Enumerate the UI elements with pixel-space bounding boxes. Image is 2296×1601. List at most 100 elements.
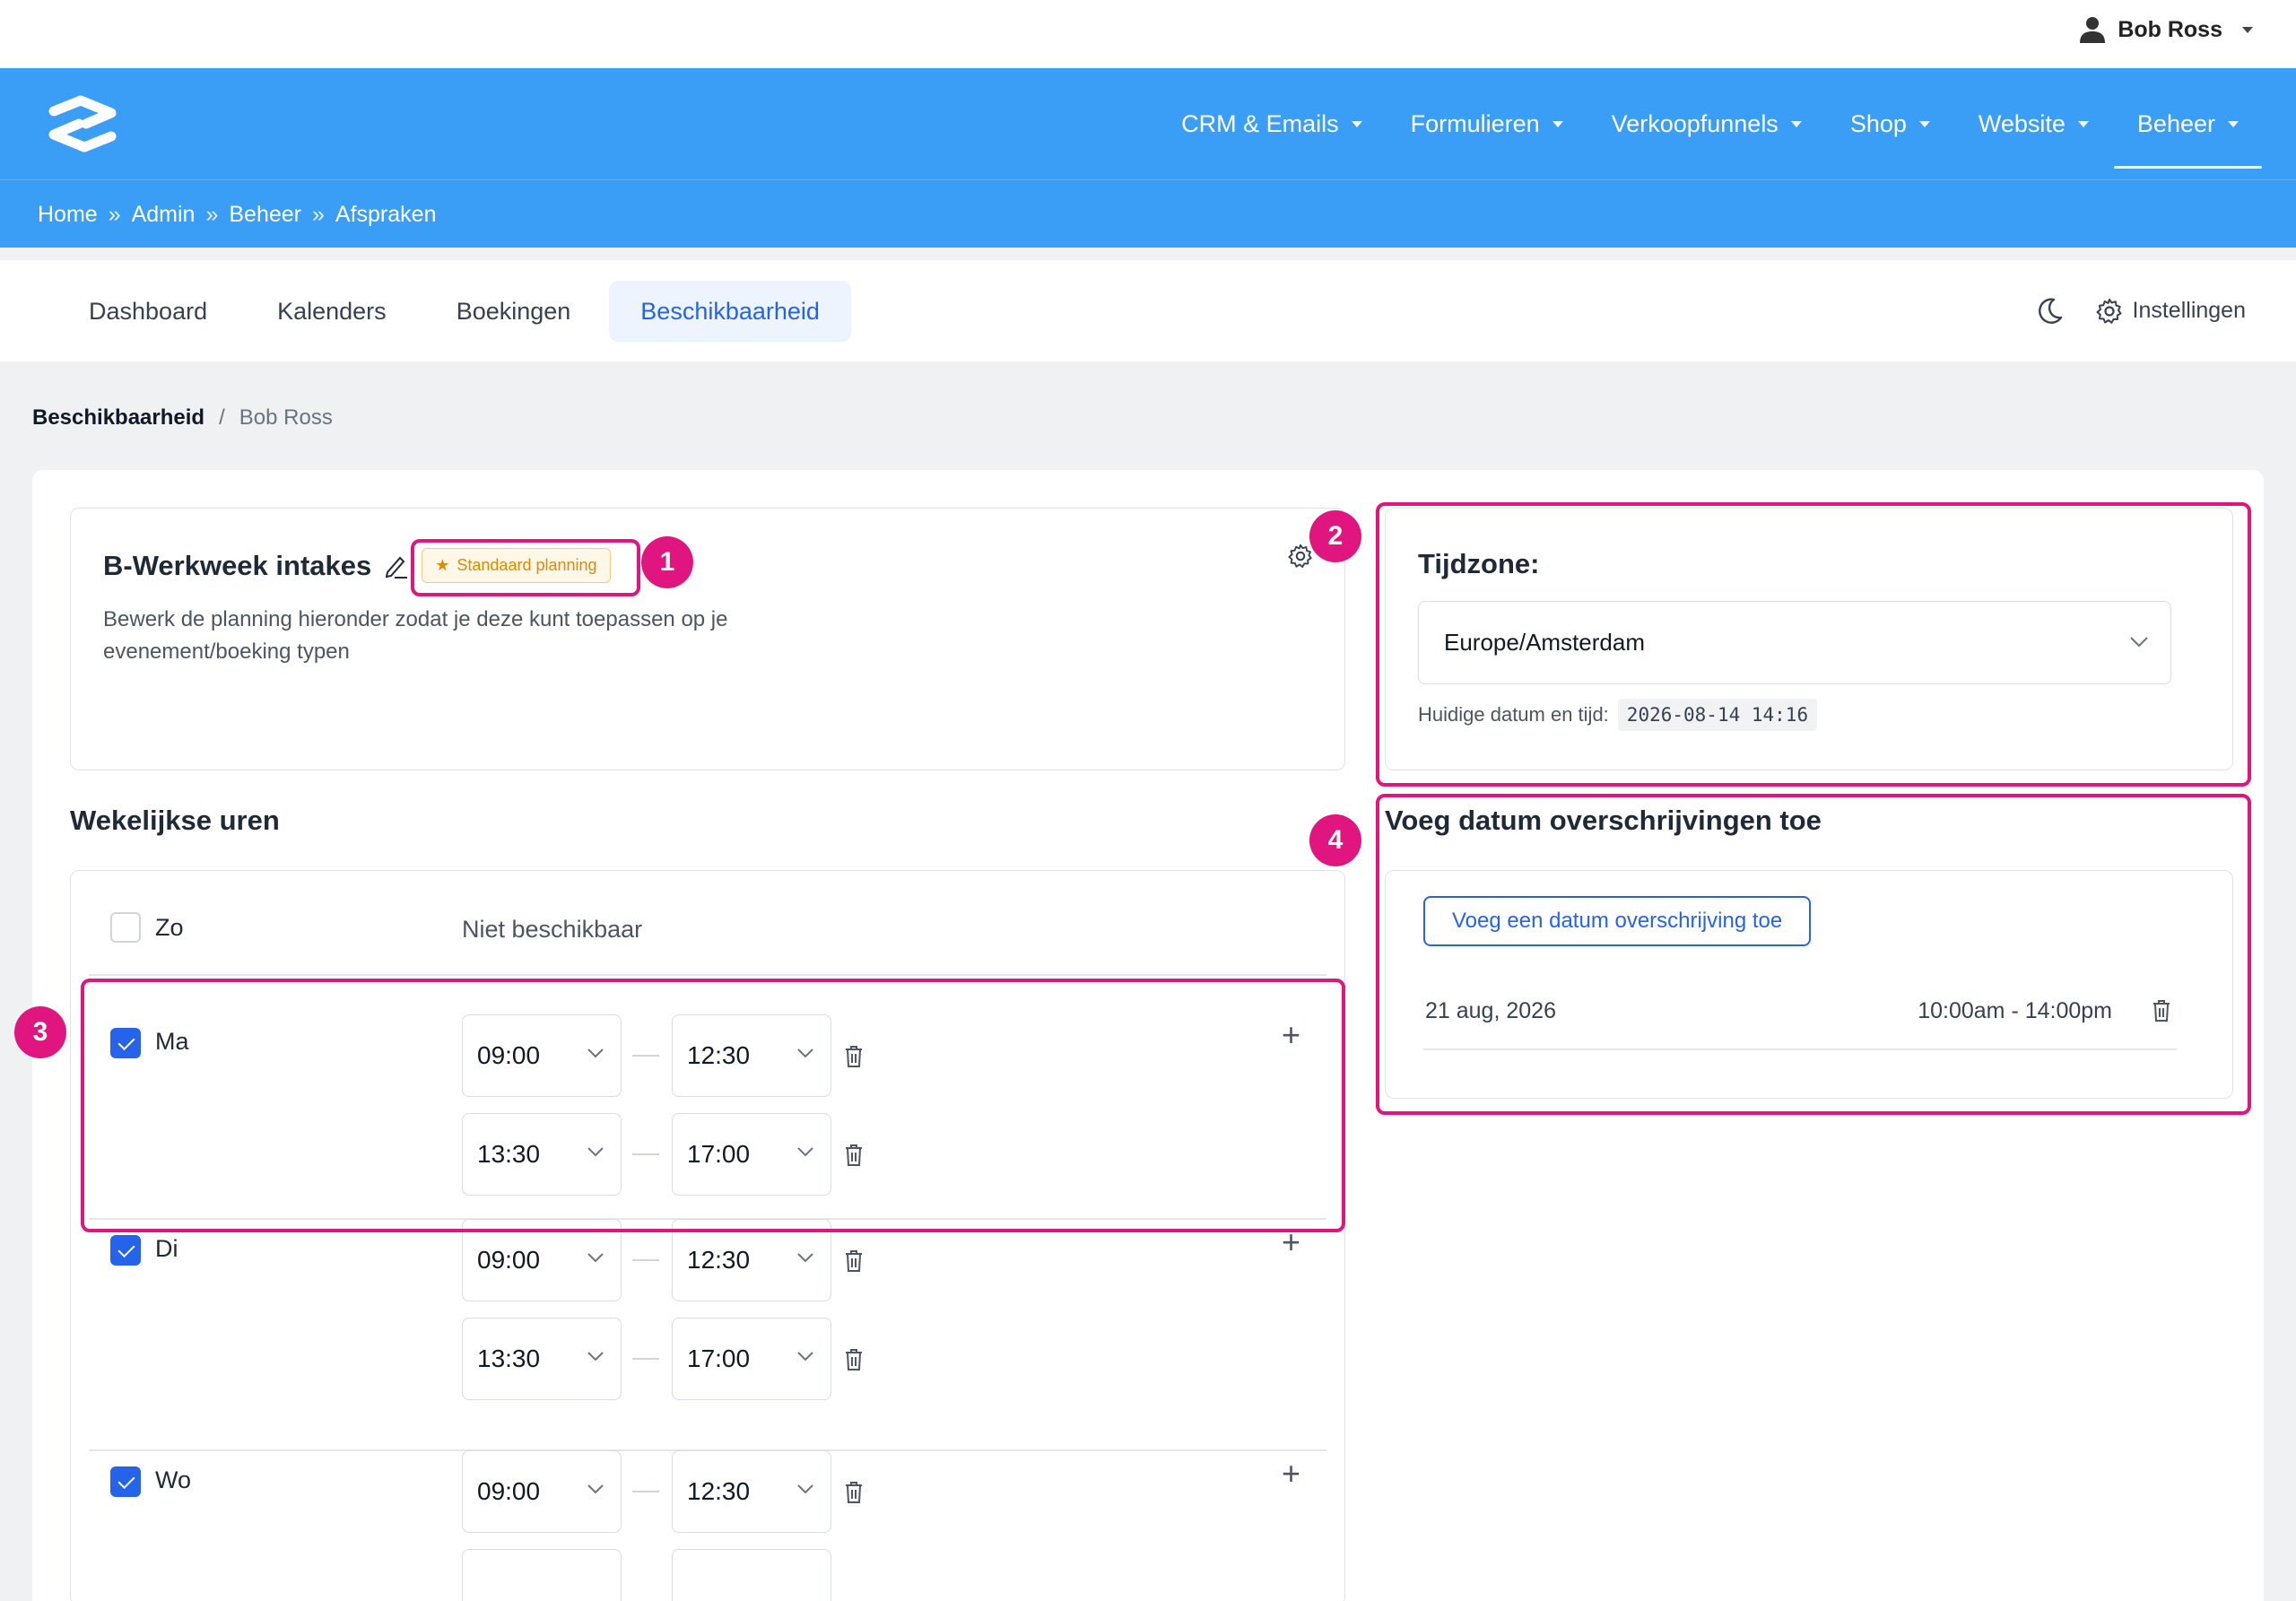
chevron-down-icon [587,1484,604,1494]
weekly-hours-title: Wekelijkse uren [70,805,280,836]
day-checkbox-ma[interactable] [110,1028,141,1058]
tab-kalenders[interactable]: Kalenders [246,281,418,342]
time-select-from[interactable]: 13:30 [462,1318,622,1400]
page-breadcrumb-user: Bob Ross [239,405,333,430]
nav-item-crm[interactable]: CRM & Emails [1181,68,1362,179]
weekly-hours-card: Zo Niet beschikbaar Ma 09:00 12:30 + 13:… [70,870,1345,1601]
row-divider [1423,1048,2177,1050]
tab-beschikbaarheid[interactable]: Beschikbaarheid [609,281,851,342]
user-icon [2080,17,2106,43]
chevron-down-icon [587,1352,604,1362]
nav-item-formulieren[interactable]: Formulieren [1411,68,1563,179]
time-select-to[interactable]: 12:30 [672,1450,831,1533]
gear-icon [2096,298,2122,324]
nav-item-label: Website [1978,109,2066,137]
timezone-select[interactable]: Europe/Amsterdam [1418,601,2171,684]
settings-button[interactable]: Instellingen [2095,297,2246,326]
timezone-card: Tijdzone: Europe/Amsterdam Huidige datum… [1385,508,2233,770]
chevron-down-icon [2242,26,2253,33]
add-slot-button[interactable]: + [1282,1226,1300,1258]
time-select-to[interactable]: 17:00 [672,1113,831,1196]
time-select-from[interactable] [462,1549,622,1601]
time-select-from[interactable]: 13:30 [462,1113,622,1196]
page-breadcrumb: Beschikbaarheid / Bob Ross [32,405,333,431]
nav-item-website[interactable]: Website [1979,68,2089,179]
chevron-down-icon [797,1352,813,1362]
nav-item-beheer[interactable]: Beheer [2113,68,2263,179]
time-value: 12:30 [687,1246,751,1274]
breadcrumb-afspraken[interactable]: Afspraken [335,202,437,228]
timezone-title: Tijdzone: [1418,548,1540,579]
time-range-dash [632,1153,659,1155]
nav-item-verkoopfunnels[interactable]: Verkoopfunnels [1612,68,1802,179]
logo[interactable] [41,93,124,154]
page-breadcrumb-section[interactable]: Beschikbaarheid [32,405,204,431]
tab-boekingen[interactable]: Boekingen [425,281,603,342]
time-select-to[interactable]: 12:30 [672,1219,831,1301]
time-value: 13:30 [477,1344,541,1372]
nav-item-label: Formulieren [1410,109,1540,137]
add-date-override-button[interactable]: Voeg een datum overschrijving toe [1423,896,1812,946]
pencil-icon[interactable] [384,553,409,579]
current-datetime-value: 2026-08-14 14:16 [1617,699,1818,731]
chevron-down-icon [587,1048,604,1058]
trash-icon[interactable] [2152,999,2171,1022]
annotation-marker-4: 4 [1309,814,1361,866]
day-checkbox-zo[interactable] [110,912,141,943]
day-row-wo: Wo 09:00 12:30 + [71,1450,1344,1601]
time-select-from[interactable]: 09:00 [462,1014,622,1097]
time-value: 09:00 [477,1041,541,1069]
chevron-down-icon [797,1048,813,1058]
breadcrumb-admin[interactable]: Admin [132,202,196,228]
trash-icon[interactable] [844,1348,864,1371]
add-slot-button[interactable]: + [1282,1457,1300,1490]
override-date: 21 aug, 2026 [1425,998,1556,1023]
chevron-down-icon [1552,120,1563,127]
time-value: 12:30 [687,1041,751,1069]
time-select-to[interactable]: 12:30 [672,1014,831,1097]
page-breadcrumb-separator: / [219,405,225,430]
day-row-ma: Ma 09:00 12:30 + 13:30 17:00 [71,974,1344,1196]
time-value: 12:30 [687,1477,751,1505]
standard-schedule-badge: ★ Standaard planning [422,548,611,583]
date-overrides-title: Voeg datum overschrijvingen toe [1385,805,1822,836]
breadcrumb-beheer[interactable]: Beheer [229,202,301,228]
tab-dashboard[interactable]: Dashboard [57,281,239,342]
trash-icon[interactable] [844,1144,864,1167]
unavailable-label: Niet beschikbaar [462,916,643,943]
chevron-down-icon [587,1147,604,1157]
time-select-from[interactable]: 09:00 [462,1219,622,1301]
moon-icon[interactable] [2034,296,2065,326]
time-value: 17:00 [687,1344,751,1372]
breadcrumb-separator: » [205,201,219,227]
gear-icon[interactable] [1287,543,1314,570]
trash-icon[interactable] [844,1481,864,1504]
schedule-title: B-Werkweek intakes [103,549,372,581]
chevron-down-icon [797,1253,813,1263]
day-label: Di [155,1235,178,1262]
nav-item-shop[interactable]: Shop [1850,68,1930,179]
date-override-item: 21 aug, 2026 10:00am - 14:00pm [1423,998,2177,1023]
tab-list: Dashboard Kalenders Boekingen Beschikbaa… [57,281,851,342]
breadcrumb-separator: » [108,201,121,227]
chevron-down-icon [587,1253,604,1263]
time-select-to[interactable] [672,1549,831,1601]
day-checkbox-di[interactable] [110,1235,141,1266]
time-select-from[interactable]: 09:00 [462,1450,622,1533]
day-checkbox-wo[interactable] [110,1466,141,1497]
nav-item-label: Beheer [2136,109,2215,137]
breadcrumb-home[interactable]: Home [38,202,98,228]
user-menu[interactable]: Bob Ross [2080,16,2253,43]
breadcrumb-separator: » [312,201,325,227]
chevron-down-icon [2228,120,2239,127]
time-select-to[interactable]: 17:00 [672,1318,831,1400]
top-bar: Bob Ross [0,0,2296,68]
current-datetime: Huidige datum en tijd: 2026-08-14 14:16 [1418,699,1818,731]
breadcrumb-bar: Home » Admin » Beheer » Afspraken [0,179,2296,248]
trash-icon[interactable] [844,1249,864,1273]
timezone-value: Europe/Amsterdam [1444,629,1645,656]
trash-icon[interactable] [844,1045,864,1068]
time-range-dash [632,1491,659,1492]
add-slot-button[interactable]: + [1282,1019,1300,1051]
badge-label: Standaard planning [457,556,597,574]
